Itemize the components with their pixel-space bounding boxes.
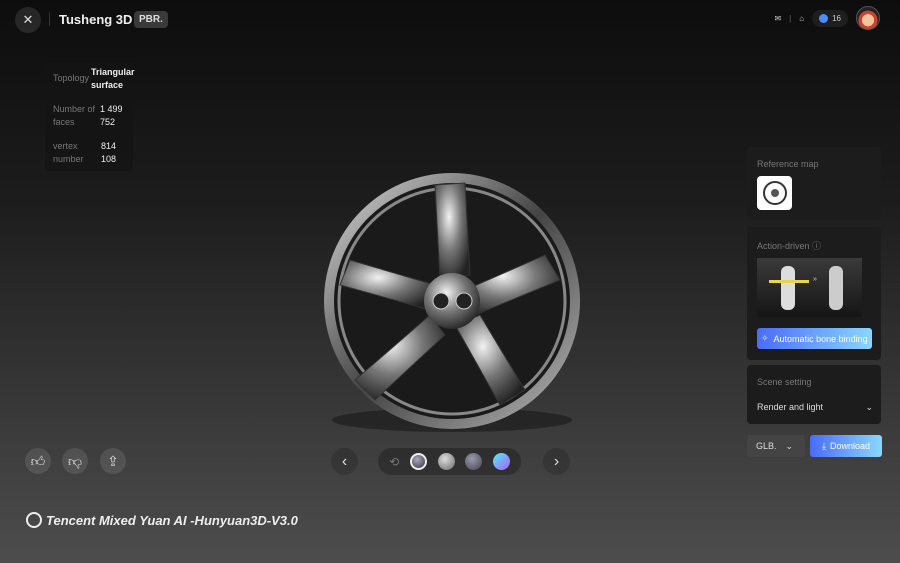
- hunyuan-logo-icon: [26, 512, 42, 528]
- format-select[interactable]: GLB. ⌄: [747, 435, 805, 457]
- close-button[interactable]: ✕: [15, 7, 41, 33]
- rotate-icon[interactable]: ⟲: [389, 455, 399, 469]
- material-chrome-button[interactable]: [409, 453, 427, 470]
- vertex-value-2: 108: [101, 154, 117, 164]
- gift-icon[interactable]: ⌂: [799, 14, 804, 23]
- download-button[interactable]: ⤓ Download: [810, 435, 882, 457]
- mail-icon[interactable]: ✉: [774, 14, 781, 23]
- divider: [49, 12, 50, 26]
- action-preview-image[interactable]: »: [757, 258, 862, 317]
- vertex-value-1: 814: [101, 141, 117, 151]
- material-toolbar: ⟲: [378, 448, 521, 475]
- material-normal-button[interactable]: [492, 453, 510, 470]
- faces-value-1: 1 499: [100, 104, 123, 114]
- topology-label: Topology: [53, 73, 90, 83]
- coin-icon: [819, 13, 829, 23]
- credits-count: 16: [832, 13, 841, 23]
- action-driven-panel: Action-driven ⓘ » ✧ Automatic bone bindin…: [747, 227, 881, 360]
- topology-value: Triangular surface: [91, 67, 135, 90]
- avatar[interactable]: [856, 6, 880, 30]
- top-right-toolbar: ✉ | ⌂ 16: [774, 6, 880, 30]
- chevron-down-icon: ⌄: [865, 402, 873, 412]
- brand-watermark: Tencent Mixed Yuan AI -Hunyuan3D-V3.0: [26, 512, 298, 528]
- model-stats-panel: Topology Triangular surface Number of fac…: [45, 62, 135, 171]
- reference-image-thumbnail[interactable]: [757, 176, 792, 210]
- share-button[interactable]: ⇪: [100, 448, 126, 474]
- info-icon[interactable]: ⓘ: [812, 241, 821, 251]
- render-light-dropdown[interactable]: Render and light ⌄: [757, 402, 873, 413]
- material-clay-button[interactable]: [437, 453, 455, 470]
- scene-setting-title: Scene setting: [757, 377, 812, 387]
- vertex-label: vertex number: [53, 141, 84, 164]
- chevron-down-icon: ⌄: [785, 440, 793, 451]
- action-driven-title: Action-driven ⓘ: [757, 241, 822, 251]
- page-title: Tusheng 3D: [59, 12, 133, 27]
- material-texture-button[interactable]: [465, 453, 483, 470]
- download-icon: ⤓: [821, 440, 826, 451]
- next-button[interactable]: ›: [543, 448, 570, 475]
- magic-wand-icon: ✧: [761, 333, 769, 343]
- pbr-badge: PBR.: [134, 11, 168, 28]
- scene-setting-panel: Scene setting Render and light ⌄: [747, 365, 881, 424]
- automatic-bone-binding-button[interactable]: ✧ Automatic bone binding: [757, 328, 872, 349]
- reference-map-title: Reference map: [757, 159, 819, 169]
- faces-value-2: 752: [100, 117, 116, 127]
- reference-map-panel: Reference map: [747, 147, 881, 220]
- wheel-3d-model[interactable]: [315, 165, 590, 440]
- faces-label: Number of faces: [53, 104, 96, 127]
- like-button[interactable]: 👍︎: [25, 448, 51, 474]
- credits-badge[interactable]: 16: [812, 9, 848, 27]
- dislike-button[interactable]: 👎︎: [62, 448, 88, 474]
- previous-button[interactable]: ‹: [331, 448, 358, 475]
